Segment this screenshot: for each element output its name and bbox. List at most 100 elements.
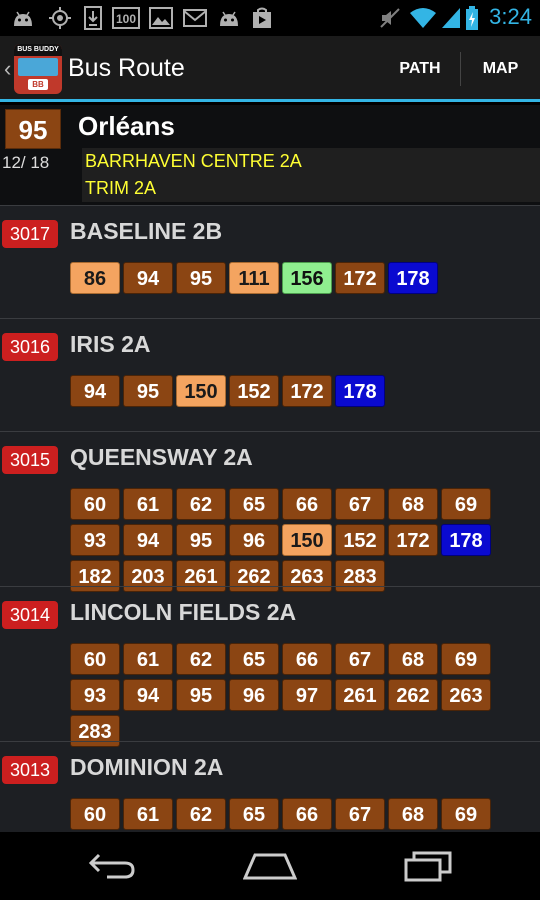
route-chip[interactable]: 69 xyxy=(441,643,491,675)
stop-code-badge: 3015 xyxy=(2,446,58,474)
route-chip[interactable]: 61 xyxy=(123,798,173,830)
stop-name: LINCOLN FIELDS 2A xyxy=(70,599,297,625)
route-chip[interactable]: 61 xyxy=(123,488,173,520)
gmail-icon xyxy=(182,6,208,30)
route-chip[interactable]: 172 xyxy=(282,375,332,407)
stop-list: 3017 BASELINE 2B 86 94 95 111 156 172 178 3016 IRI… xyxy=(0,205,540,832)
route-chip[interactable]: 68 xyxy=(388,488,438,520)
recent-apps-icon[interactable] xyxy=(398,846,458,886)
route-chip[interactable]: 62 xyxy=(176,643,226,675)
route-chip[interactable]: 94 xyxy=(123,262,173,294)
path-button[interactable]: PATH xyxy=(380,36,460,102)
back-icon[interactable] xyxy=(82,846,142,886)
route-chip[interactable]: 96 xyxy=(229,524,279,556)
route-chip[interactable]: 65 xyxy=(229,488,279,520)
route-chip[interactable]: 95 xyxy=(123,375,173,407)
route-number-badge: 95 xyxy=(5,109,61,149)
route-chip[interactable]: 178 xyxy=(441,524,491,556)
stop-code-badge: 3017 xyxy=(2,220,58,248)
nav-bar xyxy=(0,832,540,900)
route-chip[interactable]: 94 xyxy=(123,679,173,711)
route-chip[interactable]: 69 xyxy=(441,488,491,520)
route-chip[interactable]: 69 xyxy=(441,798,491,830)
route-chip[interactable]: 96 xyxy=(229,679,279,711)
wifi-icon xyxy=(408,6,438,30)
content-area[interactable]: 95 Orléans 12/ 18 BARRHAVEN CENTRE 2A TR… xyxy=(0,105,540,832)
download-icon xyxy=(82,6,104,30)
android-icon xyxy=(8,6,38,30)
route-chip[interactable]: 60 xyxy=(70,798,120,830)
map-button[interactable]: MAP xyxy=(461,36,540,102)
route-chip[interactable]: 152 xyxy=(335,524,385,556)
via-item: TRIM 2A xyxy=(85,178,157,198)
stop-name: BASELINE 2B xyxy=(70,218,223,244)
route-chip[interactable]: 68 xyxy=(388,798,438,830)
stop-name: DOMINION 2A xyxy=(70,754,224,780)
image-icon xyxy=(148,6,174,30)
route-chip[interactable]: 262 xyxy=(388,679,438,711)
route-chip[interactable]: 152 xyxy=(229,375,279,407)
logo-badge: BB xyxy=(28,79,48,90)
route-chip[interactable]: 66 xyxy=(282,488,332,520)
stop-item[interactable]: 3015 QUEENSWAY 2A 60 61 62 65 66 67 68 69 93 94 95 96… xyxy=(0,431,540,592)
mute-icon xyxy=(378,6,402,30)
route-chip[interactable]: 68 xyxy=(388,643,438,675)
svg-text:100: 100 xyxy=(116,12,136,26)
app-logo[interactable]: BUS BUDDY BB xyxy=(14,44,62,94)
gps-icon xyxy=(46,6,74,30)
stop-code-badge: 3016 xyxy=(2,333,58,361)
signal-icon xyxy=(440,6,462,30)
stop-item[interactable]: 3013 DOMINION 2A 60 61 62 65 66 67 68 69 xyxy=(0,741,540,832)
route-chip[interactable]: 86 xyxy=(70,262,120,294)
via-item: BARRHAVEN CENTRE 2A xyxy=(85,151,302,171)
home-icon[interactable] xyxy=(240,846,300,886)
android-icon xyxy=(214,6,244,30)
route-chip[interactable]: 62 xyxy=(176,488,226,520)
page-title: Bus Route xyxy=(68,54,185,82)
route-chip[interactable]: 97 xyxy=(282,679,332,711)
route-chip[interactable]: 67 xyxy=(335,798,385,830)
route-chip[interactable]: 67 xyxy=(335,488,385,520)
up-caret-icon[interactable]: ‹ xyxy=(4,56,11,82)
route-chip[interactable]: 65 xyxy=(229,643,279,675)
battery-charging-icon xyxy=(464,6,480,30)
status-bar: 100 3:24 xyxy=(0,0,540,36)
route-chip[interactable]: 94 xyxy=(123,524,173,556)
stop-item[interactable]: 3014 LINCOLN FIELDS 2A 60 61 62 65 66 67 68 69 93 9… xyxy=(0,586,540,747)
stop-item[interactable]: 3017 BASELINE 2B 86 94 95 111 156 172 178 xyxy=(0,205,540,318)
route-chip[interactable]: 263 xyxy=(441,679,491,711)
route-chip[interactable]: 178 xyxy=(388,262,438,294)
route-chip[interactable]: 62 xyxy=(176,798,226,830)
route-via-box: BARRHAVEN CENTRE 2A TRIM 2A xyxy=(82,148,540,202)
route-chip[interactable]: 95 xyxy=(176,524,226,556)
clock: 3:24 xyxy=(489,4,532,29)
route-chip[interactable]: 111 xyxy=(229,262,279,294)
route-chip[interactable]: 178 xyxy=(335,375,385,407)
battery-100-icon: 100 xyxy=(112,6,140,30)
route-chip[interactable]: 172 xyxy=(335,262,385,294)
route-chip[interactable]: 150 xyxy=(282,524,332,556)
route-chip[interactable]: 95 xyxy=(176,679,226,711)
route-chip[interactable]: 65 xyxy=(229,798,279,830)
route-chip[interactable]: 150 xyxy=(176,375,226,407)
route-chip[interactable]: 66 xyxy=(282,643,332,675)
route-destination: Orléans xyxy=(78,111,175,141)
stop-code-badge: 3013 xyxy=(2,756,58,784)
route-chip[interactable]: 94 xyxy=(70,375,120,407)
play-store-icon xyxy=(250,6,274,30)
route-chip[interactable]: 61 xyxy=(123,643,173,675)
route-chip[interactable]: 172 xyxy=(388,524,438,556)
action-bar: ‹ BUS BUDDY BB Bus Route PATH MAP xyxy=(0,36,540,102)
route-chip[interactable]: 156 xyxy=(282,262,332,294)
route-chip[interactable]: 60 xyxy=(70,643,120,675)
route-chip[interactable]: 60 xyxy=(70,488,120,520)
bus-window-icon xyxy=(18,58,58,76)
route-chip[interactable]: 261 xyxy=(335,679,385,711)
stop-item[interactable]: 3016 IRIS 2A 94 95 150 152 172 178 xyxy=(0,318,540,431)
route-chip[interactable]: 67 xyxy=(335,643,385,675)
route-chip[interactable]: 93 xyxy=(70,524,120,556)
route-chip[interactable]: 95 xyxy=(176,262,226,294)
route-chip[interactable]: 93 xyxy=(70,679,120,711)
route-chip[interactable]: 66 xyxy=(282,798,332,830)
route-header: 95 Orléans 12/ 18 BARRHAVEN CENTRE 2A TR… xyxy=(0,105,540,205)
